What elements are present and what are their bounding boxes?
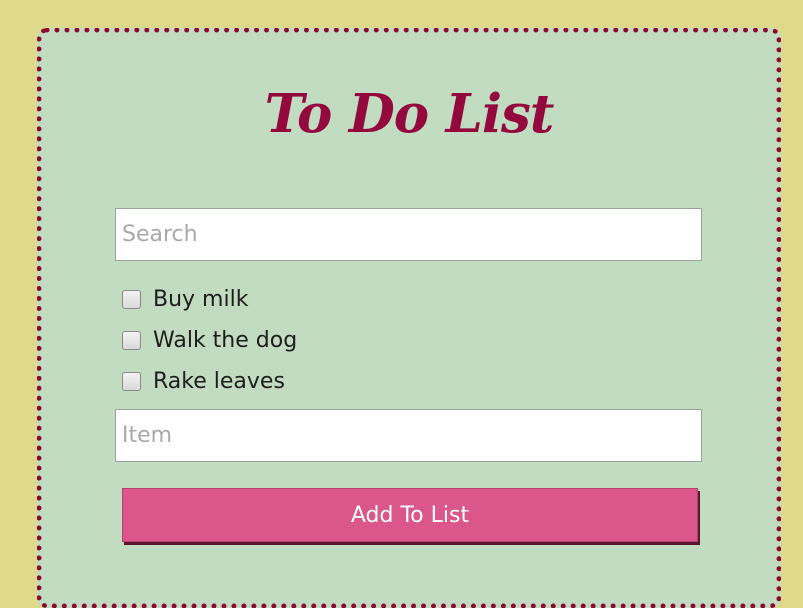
item-label: Buy milk: [153, 287, 249, 312]
add-to-list-button[interactable]: Add To List: [122, 488, 698, 542]
list-item[interactable]: Buy milk: [122, 279, 297, 320]
list-item[interactable]: Walk the dog: [122, 320, 297, 361]
item-checkbox[interactable]: [122, 372, 141, 391]
todo-list: Buy milk Walk the dog Rake leaves: [122, 279, 297, 402]
item-checkbox[interactable]: [122, 331, 141, 350]
item-label: Walk the dog: [153, 328, 298, 353]
item-checkbox[interactable]: [122, 290, 141, 309]
todo-card: To Do List Buy milk Walk the dog Rake le…: [37, 28, 781, 608]
search-input[interactable]: [115, 208, 702, 261]
list-item[interactable]: Rake leaves: [122, 361, 297, 402]
item-label: Rake leaves: [153, 369, 285, 394]
item-input[interactable]: [115, 409, 702, 462]
page-title: To Do List: [264, 83, 555, 145]
